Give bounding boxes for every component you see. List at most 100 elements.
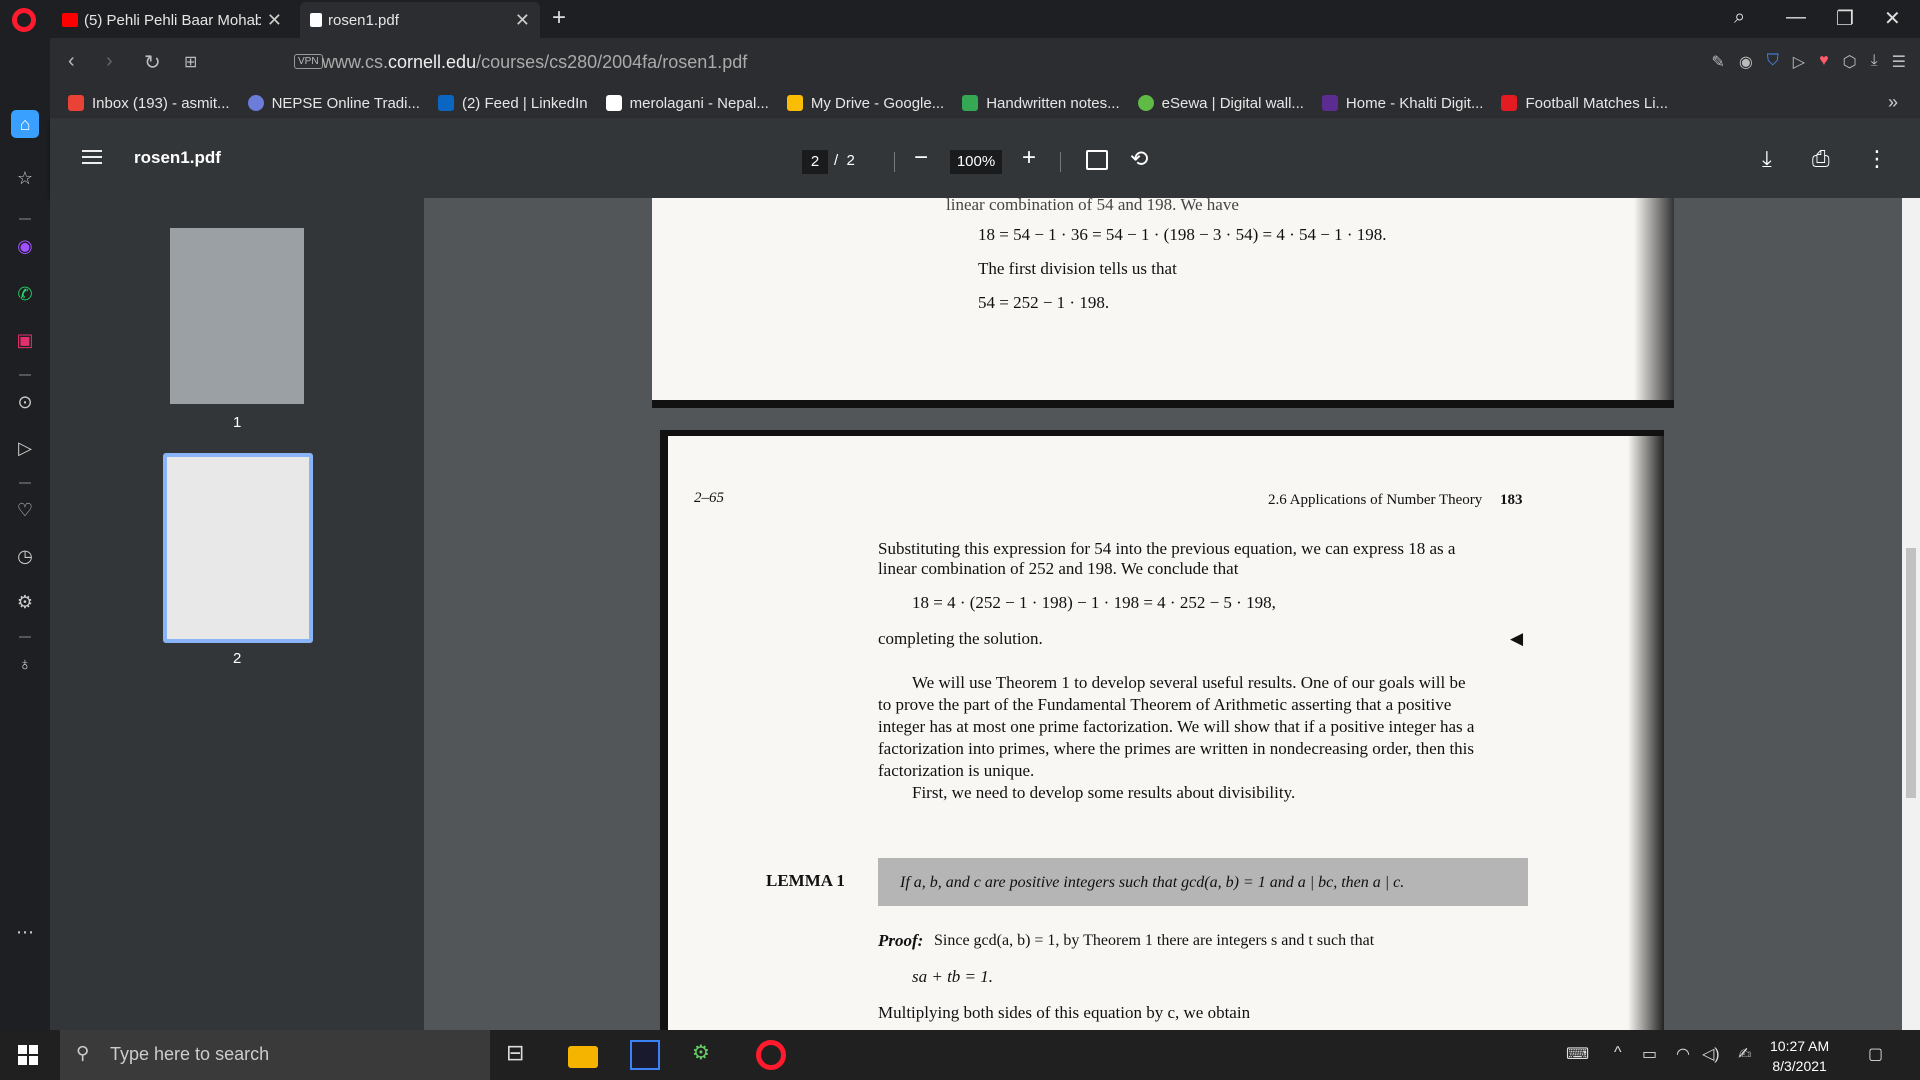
title-bar: (5) Pehli Pehli Baar Mohabba ✕ rosen1.pd… [0,0,1920,38]
page-number: 2–65 [694,490,724,506]
file-explorer-icon[interactable] [568,1046,598,1068]
notifications-icon[interactable]: ▢ [1868,1044,1883,1064]
fit-page-icon[interactable] [1086,150,1108,170]
bookmarks-overflow-icon[interactable]: » [1888,92,1898,113]
toolbar-divider [894,152,895,172]
running-header: 2.6 Applications of Number Theory [1268,492,1483,508]
reload-icon[interactable]: ↻ [144,50,161,75]
app-icon[interactable]: ⚙ [692,1040,722,1070]
page-thumbnail-2[interactable] [163,453,313,643]
pdf-toolbar: rosen1.pdf 2 / 2 − 100% + ⟲ ⤓ ⎙ ⋮ [50,118,1920,198]
linkedin-icon [437,95,454,111]
lemma-label: LEMMA 1 [766,871,845,890]
heart-icon[interactable]: ♥ [1819,52,1829,72]
whatsapp-icon[interactable]: ✆ [11,280,39,308]
heart-icon[interactable]: ♡ [11,496,39,524]
back-icon[interactable]: ‹ [68,50,75,73]
bookmark-football[interactable]: Football Matches Li... [1501,95,1668,112]
bookmark-linkedin[interactable]: (2) Feed | LinkedIn [437,95,588,112]
more-icon[interactable]: ⋯ [11,918,39,946]
zoom-input[interactable]: 100% [950,150,1002,174]
messenger-icon[interactable]: ◉ [11,232,39,260]
print-icon[interactable]: ⎙ [1812,146,1830,172]
bookmark-gmail[interactable]: Inbox (193) - asmit... [68,95,230,112]
bookmark-khalti[interactable]: Home - Khalti Digit... [1321,95,1483,112]
restore-icon[interactable]: ❐ [1836,6,1854,31]
player-icon[interactable]: ⊙ [11,388,39,416]
zoom-out-icon[interactable]: − [914,144,928,172]
search-icon[interactable]: ⌕ [1734,6,1745,29]
snapshot-icon[interactable]: ✎ [1711,52,1724,72]
url-field[interactable]: www.cs.cornell.edu/courses/cs280/2004fa/… [322,52,747,73]
windows-start-icon[interactable] [18,1045,38,1065]
vpn-badge[interactable]: VPN [294,54,323,69]
clock[interactable]: 10:27 AM 8/3/2021 [1770,1036,1829,1076]
equation: sa + tb = 1. [912,967,994,986]
lemma-box: If a, b, and c are positive integers suc… [878,858,1528,906]
send-icon[interactable]: ▷ [11,434,39,462]
volume-icon[interactable]: ◁) [1702,1044,1720,1064]
equation: 54 = 252 − 1 · 198. [978,293,1110,312]
menu-icon[interactable] [82,150,102,164]
download-icon[interactable]: ⤓ [1871,52,1878,72]
google-drive-icon [786,95,803,111]
cube-icon[interactable]: ⬡ [1843,52,1857,72]
bookmark-merolagani[interactable]: merolagani - Nepal... [605,95,769,112]
star-icon[interactable]: ☆ [11,164,39,192]
send-icon[interactable]: ▷ [1793,52,1805,72]
paragraph-line: factorization is unique. [878,761,1035,780]
paragraph-line: to prove the part of the Fundamental The… [878,695,1452,714]
instagram-icon[interactable]: ▣ [11,326,39,354]
download-icon[interactable]: ⤓ [1762,146,1772,172]
opera-taskbar-icon[interactable] [756,1040,786,1070]
thumbnail-label: 2 [233,650,242,667]
settings-icon[interactable]: ⚙ [11,588,39,616]
pen-icon[interactable]: ✍ [1738,1044,1751,1064]
sidebar-divider [19,482,31,484]
paragraph-line: completing the solution. [878,629,1043,648]
intellij-icon[interactable] [630,1040,660,1070]
tab-youtube[interactable]: (5) Pehli Pehli Baar Mohabba ✕ [52,2,292,38]
close-icon[interactable]: ✕ [267,10,282,31]
home-icon[interactable]: ⌂ [11,110,39,138]
minimize-icon[interactable]: — [1786,6,1806,29]
opera-logo-icon[interactable] [12,8,36,32]
rotate-icon[interactable]: ⟲ [1130,146,1148,172]
page-number-input[interactable]: 2 [802,150,828,174]
forward-icon[interactable]: › [106,50,113,73]
search-placeholder: Type here to search [110,1044,270,1064]
scrollbar[interactable] [1902,198,1920,1030]
bookmark-handwritten-notes[interactable]: Handwritten notes... [962,95,1120,112]
gmail-icon [68,95,84,111]
scan-edge [1628,436,1664,1030]
shield-icon[interactable]: ⛉ [1767,52,1779,72]
esewa-icon [1137,95,1154,111]
nepse-icon [247,95,264,111]
new-tab-button[interactable]: + [552,4,566,32]
close-icon[interactable]: ✕ [515,10,530,31]
chevron-up-icon[interactable]: ^ [1614,1044,1622,1062]
page-thumbnail-1[interactable] [170,228,304,404]
paragraph-line: factorization into primes, where the pri… [878,739,1475,758]
battery-icon[interactable]: ▭ [1642,1044,1657,1064]
task-view-icon[interactable]: ⊟ [506,1040,536,1070]
bookmark-esewa[interactable]: eSewa | Digital wall... [1137,95,1304,112]
more-actions-icon[interactable]: ⋮ [1866,146,1888,172]
close-window-icon[interactable]: ✕ [1884,6,1901,31]
bookmark-my-drive[interactable]: My Drive - Google... [786,95,944,112]
tab-rosen1[interactable]: rosen1.pdf ✕ [300,2,540,38]
pdf-page-2: 2–65 2.6 Applications of Number Theory 1… [660,430,1664,1030]
zoom-in-icon[interactable]: + [1022,144,1036,172]
wifi-icon[interactable]: ◠ [1676,1044,1690,1064]
keyboard-icon[interactable]: ⌨ [1566,1044,1589,1064]
paragraph-line: linear combination of 252 and 198. We co… [878,559,1239,578]
pdf-viewer[interactable]: linear combination of 54 and 198. We hav… [424,198,1902,1030]
bookmark-nepse[interactable]: NEPSE Online Tradi... [247,95,420,112]
camera-icon[interactable]: ◉ [1739,52,1753,72]
taskbar-search[interactable]: ⚲ Type here to search [60,1030,490,1080]
tabs-grid-icon[interactable]: ⊞ [184,52,197,72]
history-icon[interactable]: ◷ [11,542,39,570]
scrollbar-thumb[interactable] [1906,548,1916,798]
easy-setup-icon[interactable]: ☰ [1892,52,1906,72]
lightbulb-icon[interactable]: ♁ [11,650,39,678]
